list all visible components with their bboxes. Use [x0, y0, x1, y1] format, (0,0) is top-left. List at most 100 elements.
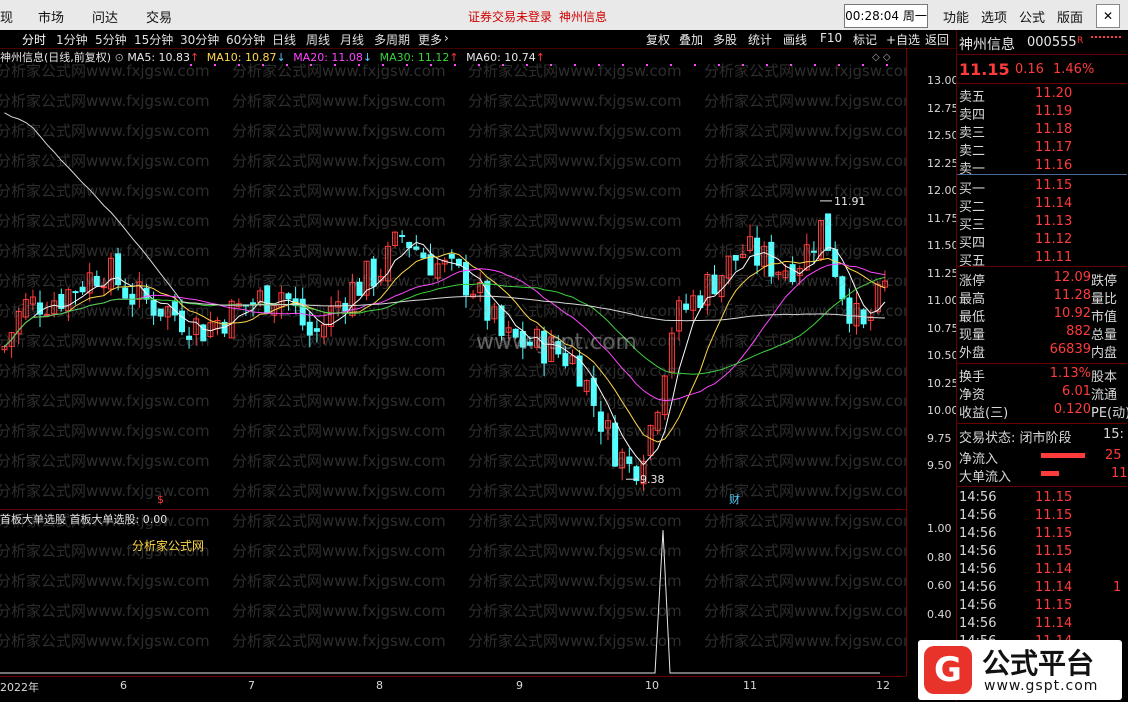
ask-row: 卖二 11.17 — [959, 140, 1127, 159]
menu-view[interactable]: 现 — [0, 7, 13, 26]
ask-price: 11.19 — [1035, 104, 1073, 119]
candle-body — [839, 276, 846, 300]
tick-price: 11.15 — [1035, 598, 1073, 613]
signal-dot — [526, 64, 528, 66]
candlestick-chart[interactable]: 11.91 9.38 $ 财 ◇ ◇ — [0, 48, 906, 508]
candle-body — [732, 254, 739, 261]
tab-period-timeshare[interactable]: 分时 — [22, 31, 46, 48]
overlay-button[interactable]: 叠加 — [679, 31, 703, 48]
flow-bar — [1041, 453, 1085, 458]
gspt-title: 公式平台 — [982, 647, 1095, 680]
signal-dot — [190, 64, 192, 66]
chevron-right-icon[interactable]: › — [444, 31, 449, 45]
menu-function[interactable]: 功能 — [943, 7, 969, 26]
menu-layout[interactable]: 版面 — [1057, 7, 1083, 26]
bid-row: 买四 11.12 — [959, 232, 1127, 251]
tick-row[interactable]: 14:56 11.15 — [959, 526, 1127, 544]
signal-dot — [334, 64, 336, 66]
tick-row[interactable]: 14:56 11.15 — [959, 490, 1127, 508]
menu-formula[interactable]: 公式 — [1019, 7, 1045, 26]
tab-period-60min[interactable]: 60分钟 — [226, 31, 265, 48]
stat-label-2: 市值 — [1091, 310, 1118, 325]
stat-label: 现量 — [959, 328, 986, 343]
tick-time: 14:56 — [959, 616, 997, 631]
price-change: 0.16 — [1015, 62, 1044, 77]
stat-label: 外盘 — [959, 346, 986, 361]
statistics-button[interactable]: 统计 — [748, 31, 772, 48]
stat-row: 最高 11.28 量比 — [959, 288, 1127, 307]
tick-time: 14:56 — [959, 508, 997, 523]
tab-period-15min[interactable]: 15分钟 — [134, 31, 173, 48]
bid-price: 11.12 — [1035, 232, 1073, 247]
candle-body — [754, 237, 761, 266]
ma-line-ma10 — [4, 252, 886, 443]
candle-body — [72, 291, 79, 294]
candle-body — [342, 302, 349, 312]
multi-stock-button[interactable]: 多股 — [713, 31, 737, 48]
price-tick-label: 10.25 — [927, 376, 959, 390]
candle-body — [612, 422, 619, 467]
candle-body — [420, 252, 427, 259]
draw-line-button[interactable]: 画线 — [783, 31, 807, 48]
login-alert[interactable]: 证券交易未登录 — [468, 8, 552, 25]
candle-body — [285, 293, 292, 300]
back-button[interactable]: 返回 — [925, 31, 949, 48]
diamond-icon[interactable]: ◇ ◇ — [872, 52, 891, 63]
f10-button[interactable]: F10 — [820, 31, 842, 45]
tick-time: 14:56 — [959, 544, 997, 559]
tab-period-more[interactable]: 更多 — [418, 31, 442, 48]
tick-row[interactable]: 14:56 11.14 — [959, 562, 1127, 580]
tick-row[interactable]: 14:56 11.15 — [959, 508, 1127, 526]
date-label: 9 — [516, 679, 523, 692]
mark-button[interactable]: 标记 — [853, 31, 877, 48]
tick-row[interactable]: 14:56 11.14 1 — [959, 580, 1127, 598]
finance-marker[interactable]: 财 — [729, 492, 740, 506]
tab-period-month[interactable]: 月线 — [340, 31, 364, 48]
signal-dot — [262, 64, 264, 66]
tick-volume: 1 — [1113, 580, 1122, 595]
stat-label: 涨停 — [959, 274, 986, 289]
current-stock-name: 神州信息 — [559, 10, 608, 24]
signal-dot — [478, 64, 480, 66]
menu-market[interactable]: 市场 — [38, 7, 64, 26]
signal-dot — [670, 64, 672, 66]
tick-row[interactable]: 14:56 11.15 — [959, 544, 1127, 562]
tab-period-1min[interactable]: 1分钟 — [56, 31, 88, 48]
tick-price: 11.15 — [1035, 490, 1073, 505]
add-watchlist-button[interactable]: +自选 — [886, 31, 920, 48]
bid-label: 买四 — [959, 236, 986, 251]
stat-label: 收益(三) — [959, 406, 1009, 421]
menu-options[interactable]: 选项 — [981, 7, 1007, 26]
stat-value: 6.01 — [1062, 384, 1091, 399]
restore-rights-button[interactable]: 复权 — [646, 31, 670, 48]
candle-body — [832, 249, 839, 277]
low-annotation: 9.38 — [640, 473, 665, 486]
tab-period-30min[interactable]: 30分钟 — [180, 31, 219, 48]
tick-row[interactable]: 14:56 11.14 — [959, 616, 1127, 634]
candle-body — [597, 411, 604, 432]
candle-body — [576, 355, 583, 387]
candle-body — [413, 246, 420, 250]
tab-period-day[interactable]: 日线 — [272, 31, 296, 48]
tab-period-multi[interactable]: 多周期 — [374, 31, 410, 48]
tab-period-week[interactable]: 周线 — [306, 31, 330, 48]
candle-body — [768, 241, 775, 277]
candle-body — [115, 253, 122, 286]
tab-period-5min[interactable]: 5分钟 — [95, 31, 127, 48]
price-axis: 13.00 12.75 12.50 12.25 12.00 11.75 11.50 11.25… — [906, 48, 959, 518]
menu-wenda[interactable]: 问达 — [92, 7, 118, 26]
stat-label-2: 流通 — [1091, 388, 1118, 403]
tick-row[interactable]: 14:56 11.15 — [959, 598, 1127, 616]
candle-body — [484, 280, 491, 321]
flow-label: 净流入 — [959, 452, 999, 467]
stat-row: 换手 1.13% 股本 — [959, 366, 1127, 385]
menu-trade[interactable]: 交易 — [146, 7, 172, 26]
clock: 00:28:04 周一 — [844, 4, 928, 28]
indicator-chart[interactable] — [0, 509, 906, 677]
dividend-marker[interactable]: $ — [157, 493, 164, 506]
flow-bar — [1041, 471, 1059, 476]
close-icon[interactable]: ✕ — [1096, 4, 1120, 28]
tick-time: 14:56 — [959, 562, 997, 577]
price-tick-label: 11.50 — [927, 239, 959, 252]
signal-dot — [718, 64, 720, 66]
